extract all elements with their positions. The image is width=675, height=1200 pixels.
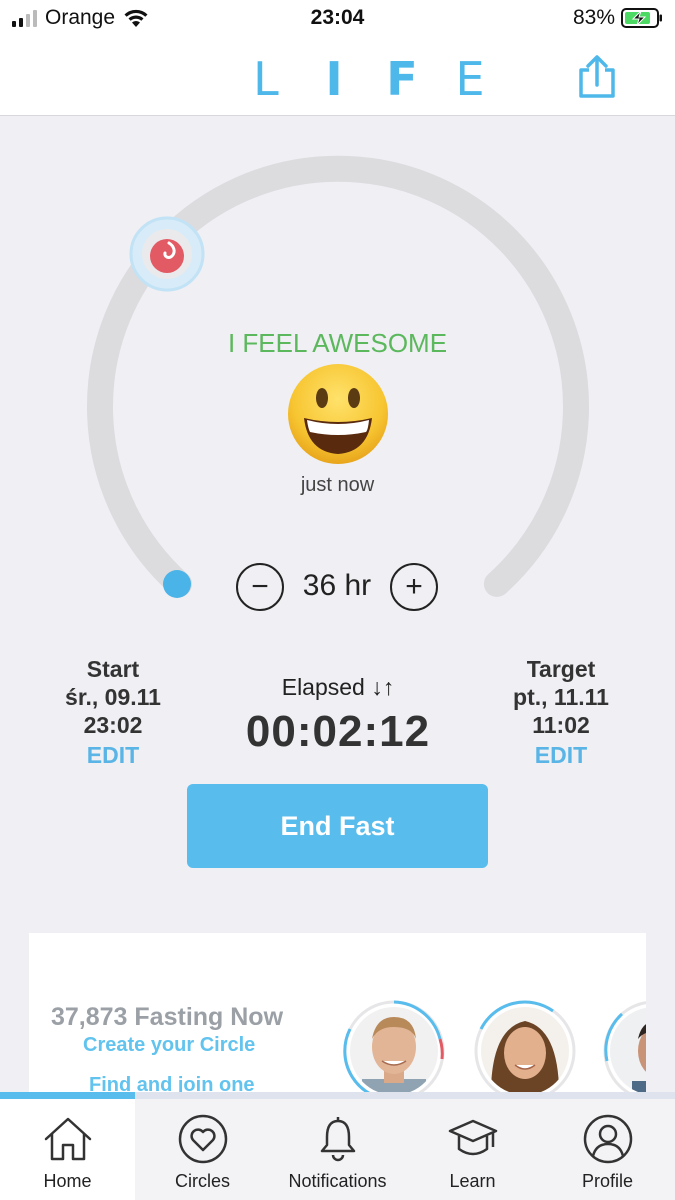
- heart-circle-icon: [178, 1114, 228, 1164]
- increase-duration-button[interactable]: +: [390, 563, 438, 611]
- end-fast-button[interactable]: End Fast: [187, 784, 488, 868]
- create-circle-link[interactable]: Create your Circle: [83, 1034, 255, 1057]
- target-date: pt., 11.11: [513, 684, 609, 710]
- tab-learn[interactable]: Learn: [405, 1099, 540, 1200]
- member-avatar[interactable]: [473, 999, 577, 1093]
- tab-label: Learn: [449, 1171, 496, 1191]
- decrease-duration-button[interactable]: −: [236, 563, 284, 611]
- tab-notifications[interactable]: Notifications: [270, 1099, 405, 1200]
- logo-letter-f: F: [386, 52, 418, 106]
- duration-stepper: − 36 hr +: [236, 563, 440, 613]
- fasting-now-count: 37,873 Fasting Now: [51, 1003, 284, 1031]
- tab-label: Circles: [174, 1171, 230, 1191]
- carrier-name: Orange: [45, 6, 116, 29]
- share-icon[interactable]: [576, 54, 618, 100]
- tab-label: Notifications: [288, 1171, 387, 1191]
- tab-label: Home: [43, 1171, 92, 1191]
- tab-profile[interactable]: Profile: [540, 1099, 675, 1200]
- target-time: 11:02: [532, 712, 590, 738]
- tab-indicator-track: [0, 1092, 675, 1099]
- member-avatar[interactable]: [342, 999, 446, 1093]
- logo-letter-i: I: [325, 52, 343, 106]
- wifi-icon: [124, 9, 148, 27]
- user-icon: [583, 1114, 633, 1164]
- elapsed-info: Elapsed ↓↑ 00:02:12: [200, 674, 476, 757]
- grinning-face-icon[interactable]: [286, 362, 390, 466]
- mood-marker-icon: [129, 216, 205, 292]
- find-circle-link[interactable]: Find and join one: [89, 1074, 255, 1093]
- battery-charging-icon: [621, 8, 662, 28]
- logo-letter-l: L: [253, 52, 279, 106]
- app-header: L I F E: [0, 38, 675, 116]
- life-logo: L I F E: [232, 52, 504, 106]
- cell-signal-icon: [12, 9, 37, 27]
- member-avatar[interactable]: [602, 999, 646, 1093]
- bell-icon: [320, 1117, 356, 1162]
- elapsed-value: 00:02:12: [245, 707, 431, 756]
- status-right: 83%: [573, 6, 663, 30]
- bottom-tab-bar: Home Circles Notifications Learn Profile: [0, 1099, 675, 1200]
- tab-label: Profile: [581, 1171, 634, 1191]
- home-icon: [44, 1117, 92, 1161]
- start-title: Start: [86, 656, 140, 682]
- tab-home[interactable]: Home: [0, 1099, 135, 1200]
- mood-label: I FEEL AWESOME: [227, 328, 448, 358]
- target-info: Target pt., 11.11 11:02 EDIT: [488, 656, 634, 771]
- edit-start-link[interactable]: EDIT: [40, 739, 186, 771]
- tab-indicator: [0, 1092, 135, 1099]
- start-info: Start śr., 09.11 23:02 EDIT: [40, 656, 186, 771]
- target-title: Target: [526, 656, 596, 682]
- tab-circles[interactable]: Circles: [135, 1099, 270, 1200]
- status-bar: Orange 23:04 83%: [0, 0, 675, 38]
- fasting-circle-card: 37,873 Fasting Now Create your Circle Fi…: [29, 933, 646, 1093]
- start-date: śr., 09.11: [65, 684, 161, 710]
- logo-letter-e: E: [455, 52, 485, 106]
- progress-knob: [163, 570, 191, 598]
- status-left: Orange: [12, 6, 149, 30]
- start-time: 23:02: [83, 712, 143, 738]
- duration-value: 36 hr: [302, 569, 372, 602]
- mood-timestamp: just now: [300, 474, 375, 496]
- elapsed-toggle[interactable]: Elapsed ↓↑: [200, 674, 476, 701]
- battery-percent: 83%: [572, 6, 615, 29]
- edit-target-link[interactable]: EDIT: [488, 739, 634, 771]
- graduation-cap-icon: [448, 1119, 498, 1156]
